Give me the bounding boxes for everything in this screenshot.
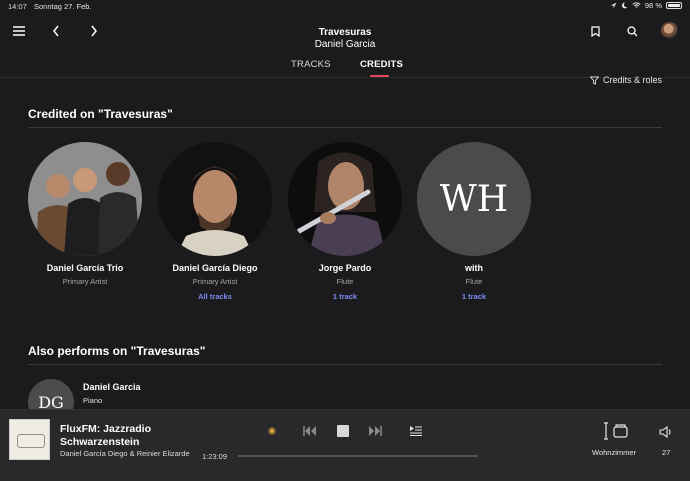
credit-name: Daniel García Diego xyxy=(172,263,258,273)
credit-card[interactable]: WH with Flute 1 track xyxy=(409,142,539,301)
previous-icon[interactable] xyxy=(302,423,318,439)
now-playing-cover[interactable] xyxy=(9,419,50,460)
credit-name: with xyxy=(465,263,483,273)
also-performs-title: Also performs on "Travesuras" xyxy=(28,344,206,358)
elapsed-time: 1:23:09 xyxy=(202,452,228,461)
moon-icon xyxy=(621,2,628,9)
credit-role: Flute xyxy=(465,277,483,286)
artist-photo xyxy=(28,142,142,256)
performer-name: Daniel Garcia xyxy=(83,382,141,392)
volume-icon[interactable] xyxy=(658,424,674,440)
credit-card[interactable]: Daniel García Trio Primary Artist xyxy=(20,142,150,286)
tab-tracks[interactable]: TRACKS xyxy=(291,59,331,70)
filter-icon xyxy=(589,75,599,85)
progress-bar[interactable] xyxy=(238,455,478,457)
credit-card[interactable]: Daniel García Diego Primary Artist All t… xyxy=(150,142,280,301)
wifi-icon xyxy=(632,2,641,8)
room-label[interactable]: Wohnzimmer xyxy=(592,448,636,457)
one-track-link[interactable]: 1 track xyxy=(280,292,410,301)
volume-level: 27 xyxy=(662,448,671,457)
credit-card[interactable]: Jorge Pardo Flute 1 track xyxy=(280,142,410,301)
user-avatar[interactable] xyxy=(661,22,678,39)
section-divider xyxy=(28,127,662,128)
location-icon xyxy=(610,2,617,9)
active-tab-indicator xyxy=(370,75,389,77)
now-playing-bar: FluxFM: Jazzradio Schwarzenstein Daniel … xyxy=(0,409,690,481)
now-playing-title[interactable]: FluxFM: Jazzradio Schwarzenstein xyxy=(60,423,195,449)
credit-name: Jorge Pardo xyxy=(318,263,372,273)
one-track-link[interactable]: 1 track xyxy=(409,292,539,301)
credit-role: Primary Artist xyxy=(62,277,108,286)
search-icon[interactable] xyxy=(622,21,642,41)
credit-role: Flute xyxy=(336,277,354,286)
status-right: 98 % xyxy=(610,1,682,10)
credit-name: Daniel García Trio xyxy=(46,263,124,273)
credit-role: Primary Artist xyxy=(192,277,238,286)
battery-icon xyxy=(666,2,682,9)
tab-credits[interactable]: CREDITS xyxy=(360,59,403,70)
all-tracks-link[interactable]: All tracks xyxy=(150,292,280,301)
speaker-device-icon[interactable] xyxy=(602,422,630,440)
app-header: Travesuras Daniel Garcia TRACKS CREDITS xyxy=(0,12,690,78)
artist-photo xyxy=(158,142,272,256)
bookmark-icon[interactable] xyxy=(585,21,605,41)
status-date: Sonntag 27. Feb. xyxy=(34,2,92,11)
next-icon[interactable] xyxy=(367,423,383,439)
stop-button[interactable] xyxy=(335,423,351,439)
queue-icon[interactable] xyxy=(408,423,424,439)
section-divider xyxy=(28,364,662,365)
battery-percent: 98 % xyxy=(644,1,662,10)
stop-icon xyxy=(337,425,349,437)
now-playing-subtitle: Daniel García Diego & Reinier Elizarde xyxy=(60,449,190,458)
radio-live-icon xyxy=(264,423,280,439)
initials-avatar: WH xyxy=(417,142,531,256)
status-bar: 14:07 Sonntag 27. Feb. 98 % xyxy=(0,0,690,12)
artist-photo xyxy=(288,142,402,256)
credited-section-title: Credited on "Travesuras" xyxy=(28,107,173,121)
performer-role: Piano xyxy=(83,396,103,405)
status-time: 14:07 xyxy=(8,2,27,11)
credits-roles-filter[interactable]: Credits & roles xyxy=(589,75,662,85)
filter-label: Credits & roles xyxy=(602,75,662,85)
tab-bar: TRACKS CREDITS xyxy=(0,59,690,79)
